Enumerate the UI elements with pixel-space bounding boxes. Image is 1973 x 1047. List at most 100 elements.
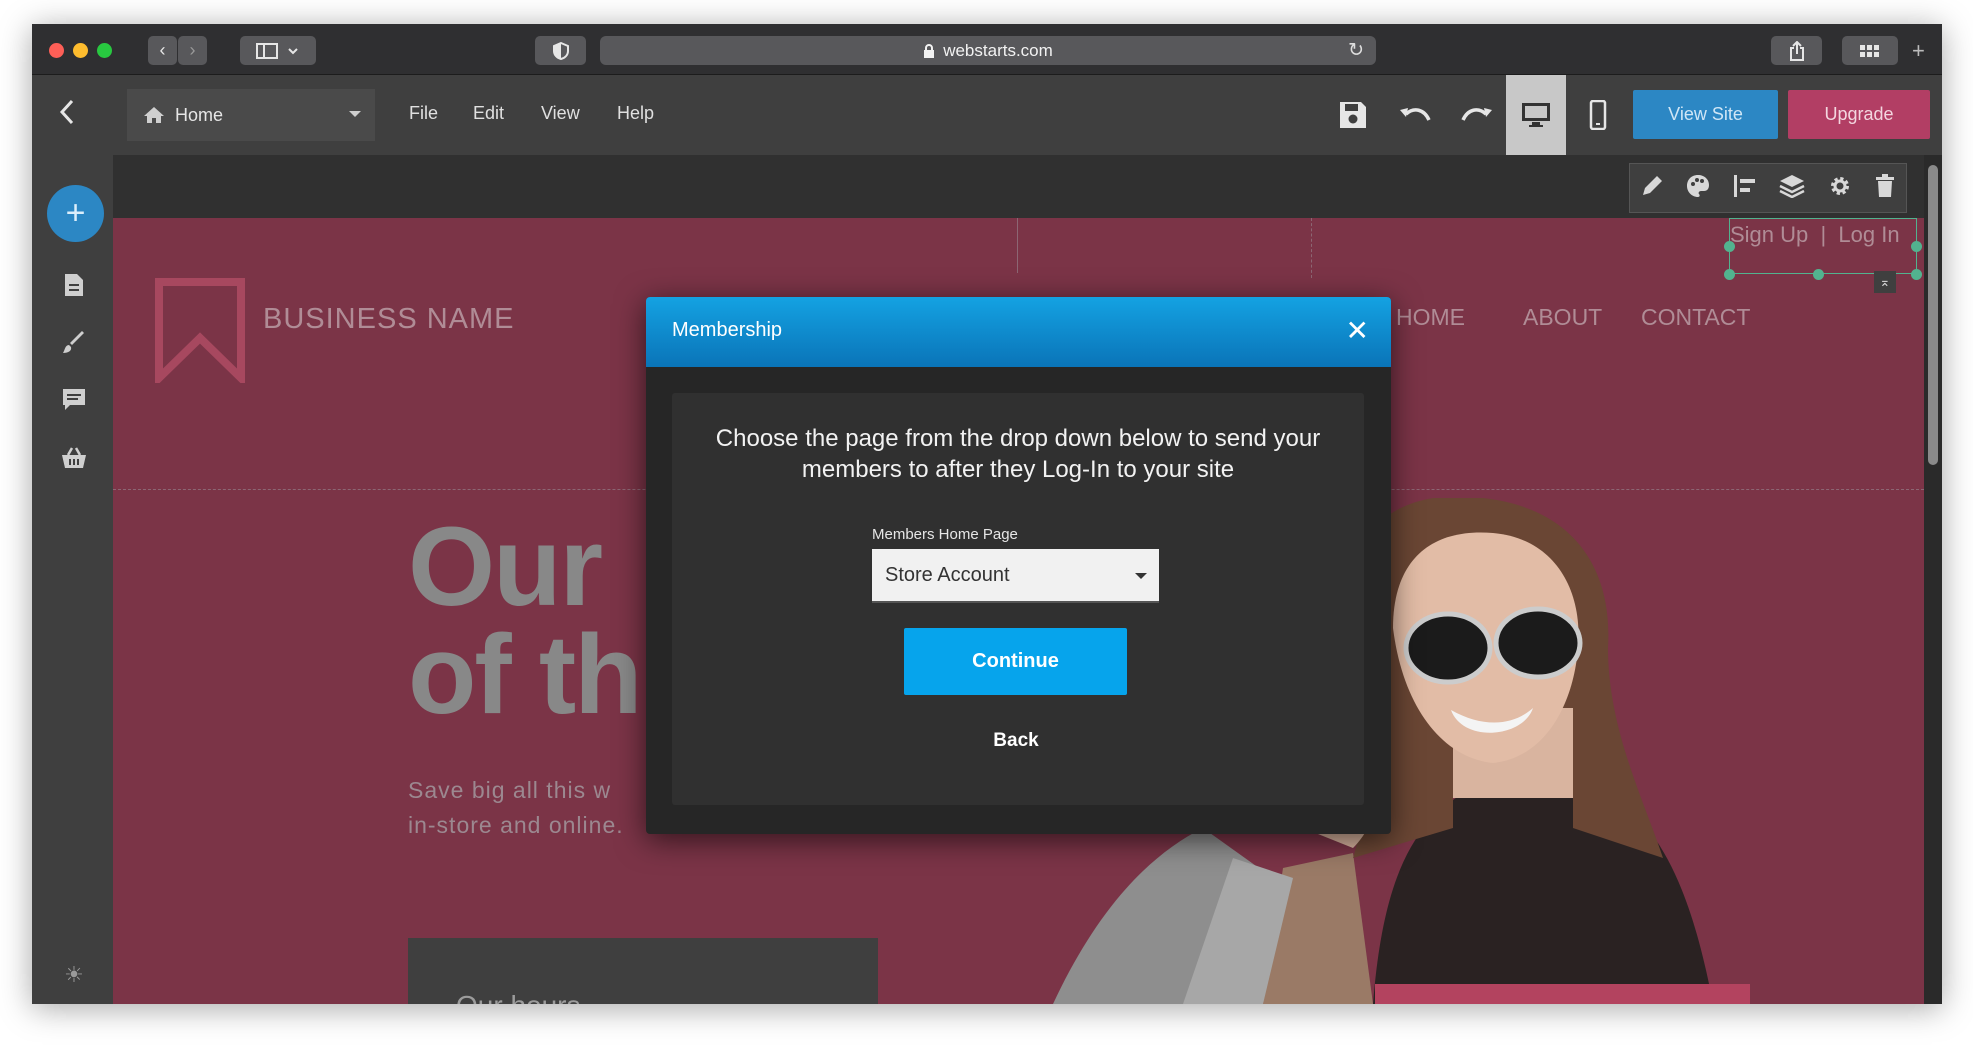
resize-handle[interactable] [1911, 269, 1922, 280]
modal-title: Membership [672, 319, 783, 341]
business-name[interactable]: BUSINESS NAME [263, 303, 515, 336]
mobile-view-button[interactable] [1576, 93, 1620, 137]
site-nav-contact[interactable]: CONTACT [1641, 304, 1750, 331]
back-link[interactable]: Back [962, 725, 1070, 757]
modal-message: Choose the page from the drop down below… [715, 425, 1321, 483]
column-guide [1017, 218, 1018, 273]
bookmark-logo-icon [155, 278, 245, 383]
minimize-window-button[interactable] [73, 43, 88, 58]
auth-links-selected[interactable]: Sign Up | Log In [1729, 218, 1917, 274]
grid-icon [1860, 44, 1879, 57]
align-icon[interactable] [1733, 174, 1757, 203]
collapse-icon: ⌅ [1879, 274, 1891, 289]
save-button[interactable] [1331, 93, 1375, 137]
site-nav-about[interactable]: ABOUT [1523, 304, 1602, 331]
save-icon [1340, 102, 1366, 128]
pages-button[interactable] [59, 270, 89, 300]
menu-edit[interactable]: Edit [473, 103, 504, 124]
comment-icon [63, 389, 85, 410]
members-home-page-select[interactable]: Store Account [872, 549, 1159, 603]
browser-back-button[interactable]: ‹ [148, 36, 177, 65]
page-icon [65, 274, 83, 296]
sidebar-toggle-button[interactable] [240, 36, 316, 65]
hero-title-line: of th [408, 612, 643, 737]
undo-icon [1400, 108, 1431, 121]
canvas-scrollbar[interactable] [1924, 155, 1942, 1004]
column-guide [1311, 218, 1312, 278]
resize-handle[interactable] [1911, 241, 1922, 252]
chevron-left-icon [59, 99, 74, 125]
cta-bar[interactable] [1375, 984, 1750, 1004]
theme-toggle-button[interactable]: ☀ [59, 960, 89, 990]
hero-title[interactable]: Our of th [408, 504, 643, 737]
close-icon[interactable]: ✕ [1346, 317, 1369, 345]
page-selector[interactable]: Home [127, 89, 375, 141]
sun-icon: ☀ [64, 962, 84, 987]
trash-icon[interactable] [1875, 173, 1895, 203]
browser-forward-button[interactable]: › [178, 36, 207, 65]
tab-overview-button[interactable] [1842, 36, 1898, 65]
url-text: webstarts.com [943, 40, 1053, 60]
resize-handle[interactable] [1813, 269, 1824, 280]
new-tab-button[interactable]: + [1912, 38, 1925, 64]
pencil-icon[interactable] [1641, 175, 1663, 202]
modal-body: Choose the page from the drop down below… [672, 393, 1364, 805]
element-toolbar [1629, 163, 1907, 213]
view-site-button[interactable]: View Site [1633, 90, 1778, 139]
menu-view[interactable]: View [541, 103, 580, 124]
comments-button[interactable] [59, 385, 89, 415]
redo-icon [1461, 108, 1492, 121]
plus-icon: + [1912, 38, 1925, 63]
mobile-icon [1589, 100, 1607, 130]
caret-down-icon [349, 111, 361, 117]
page-selector-label: Home [175, 104, 224, 125]
browser-window: ‹ › webstarts.com ↻ + Home File Edit Vie… [32, 24, 1942, 1004]
browser-chrome: ‹ › webstarts.com ↻ + [32, 24, 1942, 75]
privacy-shield-button[interactable] [535, 36, 586, 65]
editor-sidebar: + ☀ [32, 155, 113, 1004]
scrollbar-thumb[interactable] [1928, 165, 1938, 465]
hero-title-line: Our [408, 504, 603, 629]
share-button[interactable] [1771, 36, 1822, 65]
lock-icon [924, 43, 935, 58]
sidebar-icon [256, 42, 298, 59]
plus-icon: + [65, 194, 86, 232]
share-icon [1789, 40, 1804, 61]
caret-down-icon [1135, 573, 1147, 579]
continue-button[interactable]: Continue [904, 628, 1127, 695]
store-button[interactable] [59, 443, 89, 473]
site-nav-home[interactable]: HOME [1396, 304, 1465, 331]
basket-icon [62, 447, 86, 468]
hero-subtitle-line: Save big all this w [408, 777, 612, 803]
close-window-button[interactable] [49, 43, 64, 58]
hours-heading: Our hours [456, 990, 581, 1004]
menu-file[interactable]: File [409, 103, 438, 124]
back-button[interactable] [58, 97, 76, 135]
maximize-window-button[interactable] [97, 43, 112, 58]
desktop-view-button[interactable] [1506, 75, 1566, 155]
hero-subtitle[interactable]: Save big all this w in-store and online. [408, 773, 624, 843]
desktop-icon [1522, 103, 1550, 127]
membership-modal: Membership ✕ Choose the page from the dr… [646, 297, 1391, 834]
layers-icon[interactable] [1779, 174, 1805, 203]
design-button[interactable] [59, 328, 89, 358]
editor-toolbar: Home File Edit View Help View Site Upgra… [32, 75, 1942, 155]
reload-icon[interactable]: ↻ [1348, 39, 1364, 62]
menu-help[interactable]: Help [617, 103, 654, 124]
resize-handle[interactable] [1724, 269, 1735, 280]
add-element-button[interactable]: + [47, 185, 104, 242]
undo-button[interactable] [1393, 93, 1437, 137]
resize-handle[interactable] [1724, 241, 1735, 252]
hours-box[interactable]: Our hours [408, 938, 878, 1004]
address-bar[interactable]: webstarts.com ↻ [600, 36, 1376, 65]
brush-icon [63, 331, 84, 353]
palette-icon[interactable] [1686, 174, 1710, 203]
chevron-right-icon: › [189, 40, 196, 60]
hero-subtitle-line: in-store and online. [408, 812, 624, 838]
collapse-handle[interactable]: ⌅ [1874, 271, 1896, 293]
auth-links[interactable]: Sign Up | Log In [1730, 222, 1900, 248]
gear-icon[interactable] [1828, 174, 1852, 203]
upgrade-button[interactable]: Upgrade [1788, 90, 1930, 139]
redo-button[interactable] [1455, 93, 1499, 137]
members-home-page-label: Members Home Page [872, 526, 1018, 543]
